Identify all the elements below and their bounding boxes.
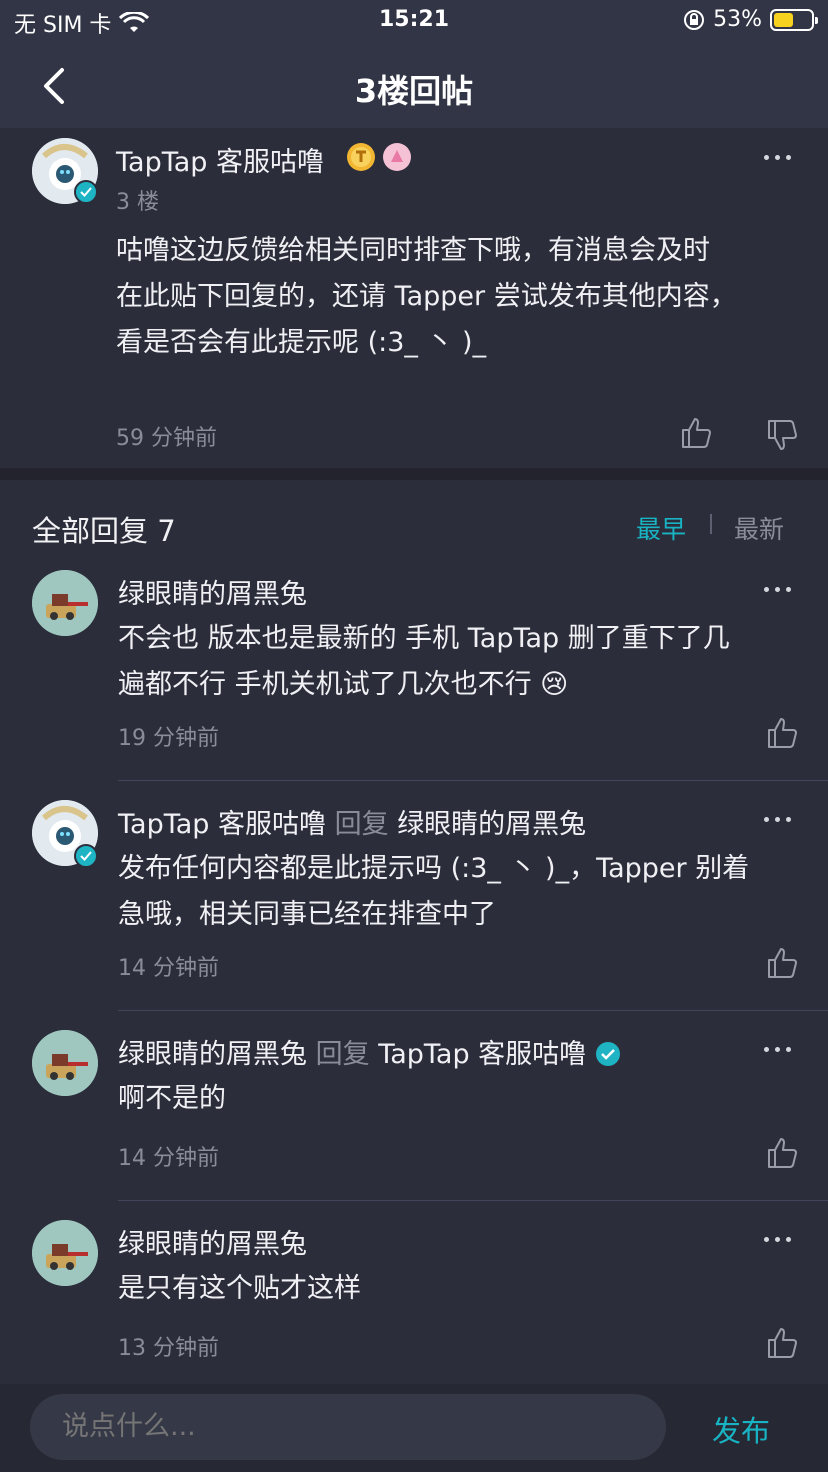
username[interactable]: 绿眼睛的屑黑兔 xyxy=(118,1222,307,1261)
content-line: 在此贴下回复的，还请 Tapper 尝试发布其他内容， xyxy=(116,281,737,312)
sort-earliest-tab[interactable]: 最早 xyxy=(636,510,686,546)
replies-header: 全部回复 7 最早 最新 xyxy=(0,480,828,570)
page-title: 3楼回帖 xyxy=(354,72,474,110)
nav-bar: 3楼回帖 xyxy=(0,44,828,128)
reply-word: 回复 xyxy=(334,809,389,840)
reply-word: 回复 xyxy=(315,1039,370,1070)
reply-header-line: 绿眼睛的屑黑兔 回复 TapTap 客服咕噜 xyxy=(118,1032,621,1071)
verified-badge-icon xyxy=(74,844,98,868)
reply-item: 绿眼睛的屑黑兔 是只有这个贴才这样 13 分钟前 xyxy=(0,1220,828,1380)
more-options-icon[interactable] xyxy=(764,152,796,162)
bottom-input-bar: 发布 xyxy=(0,1384,828,1472)
reply-time: 19 分钟前 xyxy=(118,726,219,751)
content-line: 发布任何内容都是此提示吗 (:3_ 丶 )_，Tapper 别着 xyxy=(118,853,750,884)
reply-divider xyxy=(118,1200,828,1201)
floor-label: 3 楼 xyxy=(116,190,159,215)
username[interactable]: 绿眼睛的屑黑兔 xyxy=(118,1039,307,1070)
level-badge-icon xyxy=(347,143,375,171)
section-divider xyxy=(0,468,828,480)
reply-header-line: TapTap 客服咕噜 回复 绿眼睛的屑黑兔 xyxy=(118,802,586,841)
verified-badge-icon xyxy=(74,180,98,204)
like-icon[interactable] xyxy=(680,416,714,450)
username[interactable]: 绿眼睛的屑黑兔 xyxy=(118,572,307,611)
reply-content: 不会也 版本也是最新的 手机 TapTap 删了重下了几 遍都不行 手机关机试了… xyxy=(118,616,808,708)
reply-time: 14 分钟前 xyxy=(118,1146,219,1171)
reply-item: TapTap 客服咕噜 回复 绿眼睛的屑黑兔 发布任何内容都是此提示吗 (:3_… xyxy=(0,800,828,1011)
more-options-icon[interactable] xyxy=(764,1044,796,1054)
more-options-icon[interactable] xyxy=(764,1234,796,1244)
post-time: 59 分钟前 xyxy=(116,426,217,451)
sort-newest-tab[interactable]: 最新 xyxy=(734,510,784,546)
username[interactable]: TapTap 客服咕噜 xyxy=(116,140,324,179)
reply-time: 13 分钟前 xyxy=(118,1336,219,1361)
content-line: 遍都不行 手机关机试了几次也不行 😢 xyxy=(118,669,569,700)
dislike-icon[interactable] xyxy=(766,418,800,452)
more-options-icon[interactable] xyxy=(764,814,796,824)
post-content: 咕噜这边反馈给相关同时排查下哦，有消息会及时 在此贴下回复的，还请 Tapper… xyxy=(116,228,806,366)
like-icon[interactable] xyxy=(766,946,800,980)
main-post: TapTap 客服咕噜 3 楼 咕噜这边反馈给相关同时排查下哦，有消息会及时 在… xyxy=(0,128,828,468)
like-icon[interactable] xyxy=(766,1326,800,1360)
content-line: 咕噜这边反馈给相关同时排查下哦，有消息会及时 xyxy=(116,235,710,266)
avatar[interactable] xyxy=(32,1220,98,1286)
like-icon[interactable] xyxy=(766,716,800,750)
post-button[interactable]: 发布 xyxy=(712,1408,770,1450)
more-options-icon[interactable] xyxy=(764,584,796,594)
comment-input[interactable] xyxy=(30,1394,666,1460)
battery-percent: 53% xyxy=(713,7,762,32)
reply-content: 啊不是的 xyxy=(118,1076,808,1122)
replies-count-title: 全部回复 7 xyxy=(32,514,176,548)
reply-to-username[interactable]: 绿眼睛的屑黑兔 xyxy=(397,809,586,840)
reply-item: 绿眼睛的屑黑兔 回复 TapTap 客服咕噜 啊不是的 14 分钟前 xyxy=(0,1030,828,1201)
like-icon[interactable] xyxy=(766,1136,800,1170)
orientation-lock-icon xyxy=(684,9,705,30)
reply-divider xyxy=(118,1010,828,1011)
sort-separator xyxy=(710,514,712,534)
content-line: 啊不是的 xyxy=(118,1083,226,1114)
reply-divider xyxy=(118,780,828,781)
verified-badge-icon xyxy=(595,1042,620,1066)
medal-badge-icon xyxy=(383,143,411,171)
status-bar: 无 SIM 卡 15:21 53% xyxy=(0,0,828,44)
reply-content: 发布任何内容都是此提示吗 (:3_ 丶 )_，Tapper 别着 急哦，相关同事… xyxy=(118,846,808,938)
content-line: 急哦，相关同事已经在排查中了 xyxy=(118,899,496,930)
username[interactable]: TapTap 客服咕噜 xyxy=(118,809,326,840)
reply-time: 14 分钟前 xyxy=(118,956,219,981)
avatar[interactable] xyxy=(32,1030,98,1096)
battery-icon xyxy=(770,8,818,31)
reply-to-username[interactable]: TapTap 客服咕噜 xyxy=(378,1039,586,1070)
content-line: 是只有这个贴才这样 xyxy=(118,1273,361,1304)
avatar[interactable] xyxy=(32,570,98,636)
content-line: 不会也 版本也是最新的 手机 TapTap 删了重下了几 xyxy=(118,623,730,654)
reply-item: 绿眼睛的屑黑兔 不会也 版本也是最新的 手机 TapTap 删了重下了几 遍都不… xyxy=(0,570,828,781)
content-line: 看是否会有此提示呢 (:3_ 丶 )_ xyxy=(116,327,487,358)
reply-content: 是只有这个贴才这样 xyxy=(118,1266,808,1312)
